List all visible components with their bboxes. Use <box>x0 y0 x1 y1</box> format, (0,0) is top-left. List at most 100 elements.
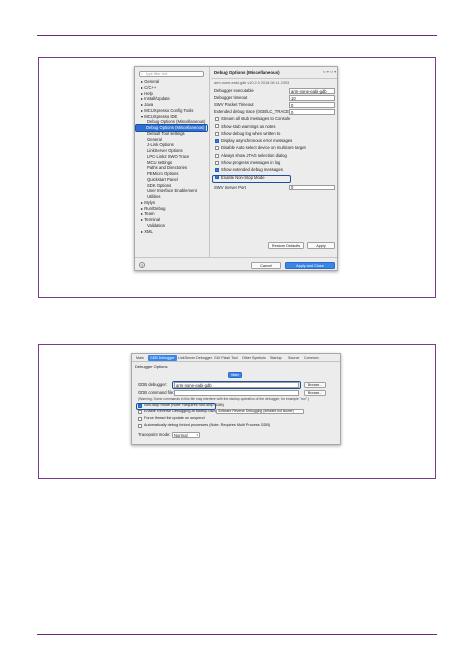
tree-item[interactable]: ▸ Java <box>141 102 153 107</box>
pref-checkbox[interactable] <box>215 138 219 143</box>
tree-item[interactable]: Default Tool settings <box>147 131 185 136</box>
tree-item[interactable]: SDK Options <box>147 183 171 188</box>
figure-frame-launch: Main GDB Debugger LinkServer Debugger GUI F… <box>38 344 436 479</box>
apply-and-close-button[interactable]: Apply and Close <box>285 262 335 269</box>
pref-field-input[interactable]: 10 <box>289 95 335 101</box>
browse-command-button[interactable]: Browse... <box>304 389 326 396</box>
pref-checkbox[interactable] <box>215 153 219 158</box>
browse-debugger-button[interactable]: Browse... <box>304 381 326 388</box>
pref-field-label: Debugger timeout <box>214 95 248 100</box>
reverse-debug-select[interactable]: Software Reverse Debugging (detailed but… <box>216 408 304 414</box>
tracepoint-label: Tracepoint mode: <box>138 432 171 437</box>
tree-item[interactable]: ▾ MCUXpresso IDE <box>141 114 177 119</box>
tree-item[interactable]: ▸ XML <box>141 229 153 234</box>
pref-field-label: Extended debug trace (0GB/LC_TRACE) <box>214 109 291 114</box>
tree-item[interactable]: ▸ General <box>141 79 159 84</box>
tree-item[interactable]: J-Link Options <box>147 143 174 147</box>
pref-field-input[interactable]: 0 <box>289 102 335 108</box>
pref-checkbox[interactable] <box>215 146 219 151</box>
launch-checkbox-label: Force thread list update on suspend <box>144 416 205 421</box>
pref-field-value: 0 <box>291 109 294 115</box>
tree-item[interactable]: Validation <box>147 223 165 228</box>
pref-checkbox[interactable] <box>215 168 219 173</box>
tree-item[interactable]: ▸ MCUXpresso Config Tools <box>141 108 193 113</box>
tree-item[interactable]: ▸ Run/Debug <box>141 206 165 211</box>
search-icon: ⌕ <box>141 71 143 76</box>
pref-checkbox-label: Display asynchronous error messages <box>221 138 293 144</box>
tab-item[interactable]: Main <box>134 355 146 361</box>
gdb-command-input[interactable] <box>174 390 299 396</box>
apply-button[interactable]: Apply <box>307 242 335 249</box>
tab-item[interactable]: Other Symbols <box>240 355 268 361</box>
tree-item[interactable]: ▸ Mylyn <box>141 200 155 205</box>
pref-checkbox-label: Show extended debug messages <box>221 167 283 173</box>
pref-field-label: Debugger executable <box>214 88 254 93</box>
tab-item[interactable]: Startup <box>268 355 284 361</box>
tree-item[interactable]: Paths and Directories <box>147 166 187 170</box>
tab-item[interactable]: Source <box>286 355 301 361</box>
figure-frame-preferences: ⌕ type filter text ▸ General ▸ C/C++ ▸ Hel… <box>38 57 436 298</box>
tab-item[interactable]: GDB Debugger <box>148 355 177 361</box>
launch-checkbox[interactable] <box>138 409 142 414</box>
pref-checkbox-label: Disable Auto select device on multicore … <box>221 145 306 151</box>
tree-item[interactable]: General <box>147 137 162 142</box>
pref-checkbox-label: Always show JTAG selection dialog <box>221 152 287 158</box>
pref-field-input[interactable]: arm-none-eabi-gdb <box>289 88 335 94</box>
tracepoint-value: Normal <box>174 432 188 438</box>
gdb-debugger-label: GDB debugger: <box>138 382 168 387</box>
main-button[interactable]: Main <box>228 372 242 378</box>
launch-checkbox[interactable] <box>138 424 142 428</box>
tab-item[interactable]: LinkServer Debugger <box>176 355 214 361</box>
preferences-tree: ⌕ type filter text ▸ General ▸ C/C++ ▸ Hel… <box>135 67 210 257</box>
launch-checkbox[interactable] <box>138 417 142 421</box>
footer-rule <box>37 634 437 635</box>
preferences-dialog: ⌕ type filter text ▸ General ▸ C/C++ ▸ Hel… <box>134 66 338 271</box>
chevron-down-icon: ▾ <box>196 432 198 437</box>
tree-item[interactable]: LPC-Link2 SWO Trace <box>147 154 189 159</box>
tab-item[interactable]: Common <box>302 355 321 361</box>
server-port-field[interactable]: 0 <box>289 184 335 190</box>
pref-checkbox[interactable] <box>215 124 219 129</box>
restore-defaults-button[interactable]: Restore Defaults <box>268 242 304 249</box>
launch-checkbox-label: Enable Reverse Debugging at startup usin… <box>144 408 219 413</box>
gdb-command-label: GDB command file: <box>138 390 175 395</box>
filter-input[interactable]: ⌕ type filter text <box>139 71 204 77</box>
tree-item[interactable]: User Interface Enablement <box>147 189 197 193</box>
filter-placeholder: type filter text <box>146 72 168 76</box>
tree-item[interactable]: ▸ Team <box>141 212 154 216</box>
tab-bar: Main GDB Debugger LinkServer Debugger GUI F… <box>132 354 340 362</box>
section-title: Debugger Options <box>135 364 168 369</box>
launch-checkbox-label: Automatically debug forked processes (No… <box>144 423 271 428</box>
pref-checkbox[interactable] <box>215 160 219 165</box>
cancel-button[interactable]: Cancel <box>251 262 281 269</box>
tracepoint-select[interactable]: Normal ▾ <box>172 432 200 438</box>
tree-item[interactable]: PEMicro Options <box>147 171 178 176</box>
pref-field-input[interactable]: 0 <box>289 109 335 115</box>
tab-item[interactable]: GUI Flash Tool <box>212 355 240 361</box>
warning-text: (Warning: Some commands in this file may… <box>138 397 310 401</box>
launch-config-panel: Main GDB Debugger LinkServer Debugger GUI F… <box>131 353 341 445</box>
tree-item[interactable]: Quickstart Panel <box>147 177 178 182</box>
highlight-nonstop-mode <box>136 402 216 410</box>
pref-checkbox-label: Stream all stub messages to Console <box>221 116 291 122</box>
tree-item[interactable]: LinkServer Options <box>147 148 183 153</box>
tree-item[interactable]: ▸ C/C++ <box>141 85 156 90</box>
panel-divider <box>211 78 337 79</box>
header-rule <box>37 35 437 36</box>
pref-checkbox-label: Show stub warnings as notes <box>221 123 276 129</box>
tree-item[interactable]: Utilities <box>147 194 161 199</box>
nav-arrows-icon[interactable]: ⇦ ▾ ⇨ ▾ <box>323 70 336 75</box>
pref-checkbox[interactable] <box>215 117 219 121</box>
preferences-panel: Debug Options (Miscellaneous) ⇦ ▾ ⇨ ▾ ar… <box>211 67 337 257</box>
pref-checkbox-label: Show debug log when written to <box>221 130 281 136</box>
pref-checkbox[interactable] <box>215 131 219 136</box>
tree-item[interactable]: ▸ Terminal <box>141 217 160 222</box>
pref-field-label: SWV Packet Timeout <box>214 102 254 107</box>
tree-item[interactable]: ▸ Install/Update <box>141 97 170 101</box>
server-port-label: SWV Server Port <box>214 184 246 190</box>
help-icon[interactable]: ? <box>139 262 145 268</box>
tree-item[interactable]: MCU settings <box>147 160 172 165</box>
panel-title: Debug Options (Miscellaneous) <box>214 70 280 75</box>
reverse-option: Software Reverse Debugging (detailed but… <box>218 409 294 414</box>
tree-item[interactable]: ▸ Help <box>141 91 153 96</box>
